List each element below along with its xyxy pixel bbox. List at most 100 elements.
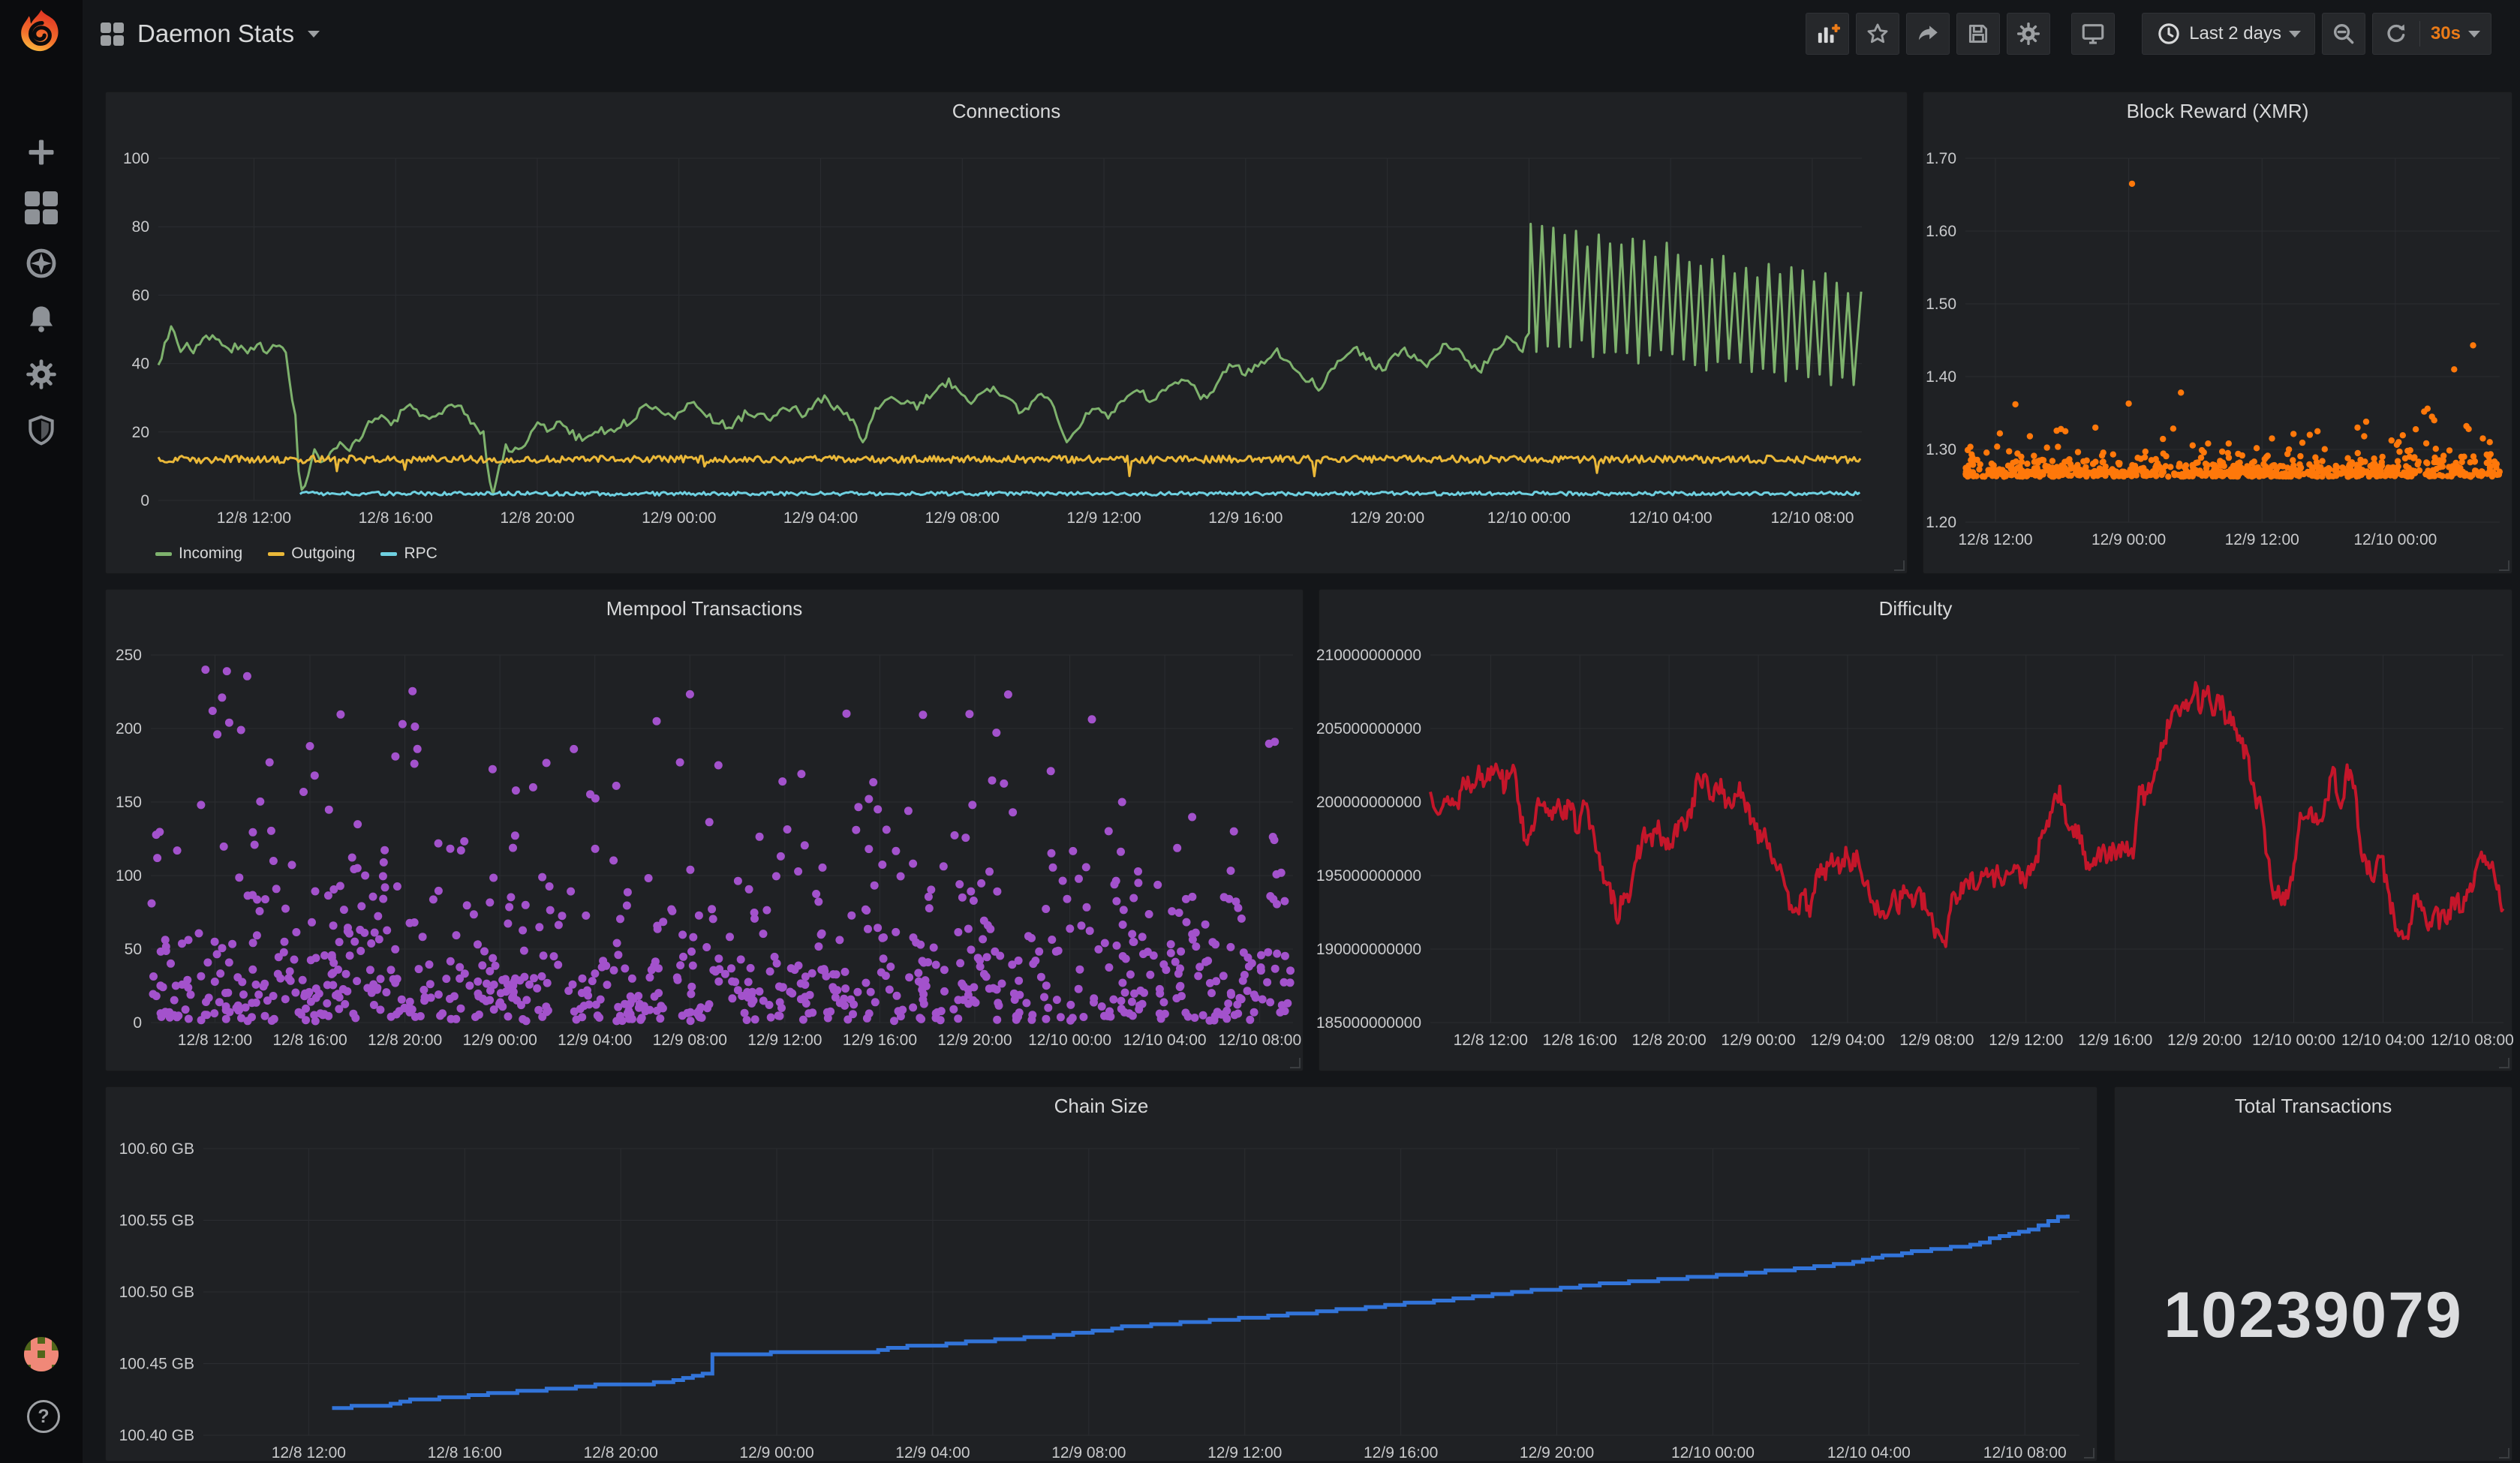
svg-text:1.70: 1.70 bbox=[1926, 150, 1956, 167]
panel-title[interactable]: Chain Size bbox=[106, 1095, 2097, 1118]
zoom-out-button[interactable] bbox=[2322, 13, 2365, 55]
svg-text:12/9 12:00: 12/9 12:00 bbox=[1207, 1444, 1282, 1461]
panel-title[interactable]: Mempool Transactions bbox=[106, 597, 1303, 620]
grafana-logo-icon[interactable] bbox=[17, 8, 66, 57]
svg-text:12/9 16:00: 12/9 16:00 bbox=[2078, 1032, 2152, 1049]
share-button[interactable] bbox=[1906, 13, 1950, 55]
svg-text:12/8 16:00: 12/8 16:00 bbox=[359, 509, 433, 527]
svg-text:40: 40 bbox=[132, 356, 149, 373]
chevron-down-icon[interactable] bbox=[308, 31, 320, 38]
svg-text:1.40: 1.40 bbox=[1926, 368, 1956, 386]
svg-text:100.60 GB: 100.60 GB bbox=[119, 1140, 194, 1158]
svg-text:200: 200 bbox=[116, 720, 142, 738]
connections-chart[interactable]: 02040608010012/8 12:0012/8 16:0012/8 20:… bbox=[158, 158, 1862, 500]
svg-text:205000000000: 205000000000 bbox=[1316, 720, 1421, 738]
svg-text:100.40 GB: 100.40 GB bbox=[119, 1427, 194, 1444]
svg-text:12/10 04:00: 12/10 04:00 bbox=[1827, 1444, 1911, 1461]
panel-mempool: Mempool Transactions 05010015020025012/8… bbox=[105, 589, 1304, 1071]
svg-text:12/8 16:00: 12/8 16:00 bbox=[272, 1032, 347, 1049]
svg-text:185000000000: 185000000000 bbox=[1316, 1014, 1421, 1032]
panel-title[interactable]: Connections bbox=[106, 100, 1907, 123]
settings-gear-button[interactable] bbox=[2007, 13, 2050, 55]
block-reward-chart[interactable]: 1.201.301.401.501.601.7012/8 12:0012/9 0… bbox=[1965, 158, 2500, 522]
svg-text:12/8 20:00: 12/8 20:00 bbox=[584, 1444, 658, 1461]
panel-title[interactable]: Block Reward (XMR) bbox=[1923, 100, 2512, 123]
star-button[interactable] bbox=[1856, 13, 1899, 55]
svg-text:100.50 GB: 100.50 GB bbox=[119, 1284, 194, 1301]
svg-text:12/8 12:00: 12/8 12:00 bbox=[272, 1444, 346, 1461]
svg-text:12/9 12:00: 12/9 12:00 bbox=[1989, 1032, 2063, 1049]
legend-item-outgoing[interactable]: Outgoing bbox=[268, 545, 355, 563]
legend-item-rpc[interactable]: RPC bbox=[380, 545, 437, 563]
dashboard-grid-icon[interactable] bbox=[101, 23, 124, 46]
save-button[interactable] bbox=[1956, 13, 2000, 55]
refresh-icon bbox=[2383, 21, 2409, 47]
svg-text:150: 150 bbox=[116, 794, 142, 811]
mempool-chart[interactable]: 05010015020025012/8 12:0012/8 16:0012/8 … bbox=[151, 655, 1293, 1023]
svg-text:12/9 16:00: 12/9 16:00 bbox=[1208, 509, 1283, 527]
svg-text:12/9 00:00: 12/9 00:00 bbox=[1721, 1032, 1795, 1049]
svg-text:1.30: 1.30 bbox=[1926, 441, 1956, 458]
user-avatar[interactable] bbox=[24, 1337, 59, 1371]
legend: Incoming Outgoing RPC bbox=[155, 545, 438, 563]
legend-item-incoming[interactable]: Incoming bbox=[155, 545, 242, 563]
panel-total-transactions: Total Transactions 10239079 bbox=[2114, 1086, 2512, 1461]
svg-text:12/9 00:00: 12/9 00:00 bbox=[642, 509, 716, 527]
panel-title[interactable]: Total Transactions bbox=[2115, 1095, 2512, 1118]
svg-text:12/9 08:00: 12/9 08:00 bbox=[1899, 1032, 1974, 1049]
top-navbar: Daemon Stats Last 2 days bbox=[83, 0, 2520, 68]
svg-text:12/9 08:00: 12/9 08:00 bbox=[653, 1032, 727, 1049]
svg-text:12/9 16:00: 12/9 16:00 bbox=[843, 1032, 917, 1049]
panel-title[interactable]: Difficulty bbox=[1319, 597, 2512, 620]
time-range-picker[interactable]: Last 2 days bbox=[2142, 13, 2315, 55]
panel-chain-size: Chain Size 100.40 GB100.45 GB100.50 GB10… bbox=[105, 1086, 2097, 1461]
svg-text:12/8 20:00: 12/8 20:00 bbox=[368, 1032, 442, 1049]
svg-text:12/9 04:00: 12/9 04:00 bbox=[1810, 1032, 1884, 1049]
total-transactions-value: 10239079 bbox=[2115, 1278, 2512, 1353]
help-icon[interactable]: ? bbox=[27, 1400, 60, 1433]
svg-text:12/9 20:00: 12/9 20:00 bbox=[2167, 1032, 2242, 1049]
svg-text:12/9 12:00: 12/9 12:00 bbox=[2225, 531, 2299, 548]
svg-text:12/9 20:00: 12/9 20:00 bbox=[937, 1032, 1012, 1049]
svg-text:12/8 20:00: 12/8 20:00 bbox=[500, 509, 574, 527]
svg-text:100.55 GB: 100.55 GB bbox=[119, 1212, 194, 1230]
svg-text:100.45 GB: 100.45 GB bbox=[119, 1356, 194, 1373]
configuration-gear-icon[interactable] bbox=[24, 357, 59, 392]
svg-text:12/9 00:00: 12/9 00:00 bbox=[463, 1032, 537, 1049]
svg-text:210000000000: 210000000000 bbox=[1316, 647, 1421, 664]
chain-size-chart[interactable]: 100.40 GB100.45 GB100.50 GB100.55 GB100.… bbox=[203, 1149, 2079, 1435]
svg-text:12/8 12:00: 12/8 12:00 bbox=[1454, 1032, 1528, 1049]
svg-text:200000000000: 200000000000 bbox=[1316, 794, 1421, 811]
refresh-interval-label: 30s bbox=[2431, 23, 2461, 44]
svg-text:12/9 20:00: 12/9 20:00 bbox=[1520, 1444, 1594, 1461]
cycle-view-monitor-button[interactable] bbox=[2071, 13, 2115, 55]
svg-text:12/9 08:00: 12/9 08:00 bbox=[925, 509, 1000, 527]
svg-text:12/8 16:00: 12/8 16:00 bbox=[1543, 1032, 1617, 1049]
chevron-down-icon bbox=[2289, 31, 2301, 38]
svg-text:12/8 16:00: 12/8 16:00 bbox=[428, 1444, 502, 1461]
sidebar: ? bbox=[0, 0, 83, 1463]
svg-text:195000000000: 195000000000 bbox=[1316, 867, 1421, 885]
svg-text:1.50: 1.50 bbox=[1926, 296, 1956, 313]
explore-compass-icon[interactable] bbox=[24, 246, 59, 281]
svg-text:12/9 04:00: 12/9 04:00 bbox=[783, 509, 858, 527]
alerting-bell-icon[interactable] bbox=[24, 302, 59, 336]
svg-text:12/9 04:00: 12/9 04:00 bbox=[558, 1032, 632, 1049]
refresh-button[interactable]: 30s bbox=[2372, 13, 2491, 55]
svg-text:12/10 00:00: 12/10 00:00 bbox=[2353, 531, 2437, 548]
svg-text:12/10 08:00: 12/10 08:00 bbox=[1770, 509, 1854, 527]
svg-text:12/10 04:00: 12/10 04:00 bbox=[1629, 509, 1713, 527]
add-icon[interactable] bbox=[24, 135, 59, 170]
difficulty-chart[interactable]: 1850000000001900000000001950000000002000… bbox=[1430, 655, 2503, 1023]
svg-text:12/10 04:00: 12/10 04:00 bbox=[1123, 1032, 1207, 1049]
add-panel-button[interactable] bbox=[1806, 13, 1849, 55]
svg-text:12/10 08:00: 12/10 08:00 bbox=[2431, 1032, 2514, 1049]
server-admin-shield-icon[interactable] bbox=[24, 413, 59, 447]
dashboards-icon[interactable] bbox=[24, 191, 59, 225]
divider bbox=[2419, 21, 2420, 47]
svg-text:12/9 12:00: 12/9 12:00 bbox=[1066, 509, 1141, 527]
svg-text:1.60: 1.60 bbox=[1926, 223, 1956, 240]
svg-text:100: 100 bbox=[116, 867, 142, 885]
panel-block-reward: Block Reward (XMR) 1.201.301.401.501.601… bbox=[1923, 92, 2512, 574]
dashboard-title[interactable]: Daemon Stats bbox=[137, 20, 294, 48]
